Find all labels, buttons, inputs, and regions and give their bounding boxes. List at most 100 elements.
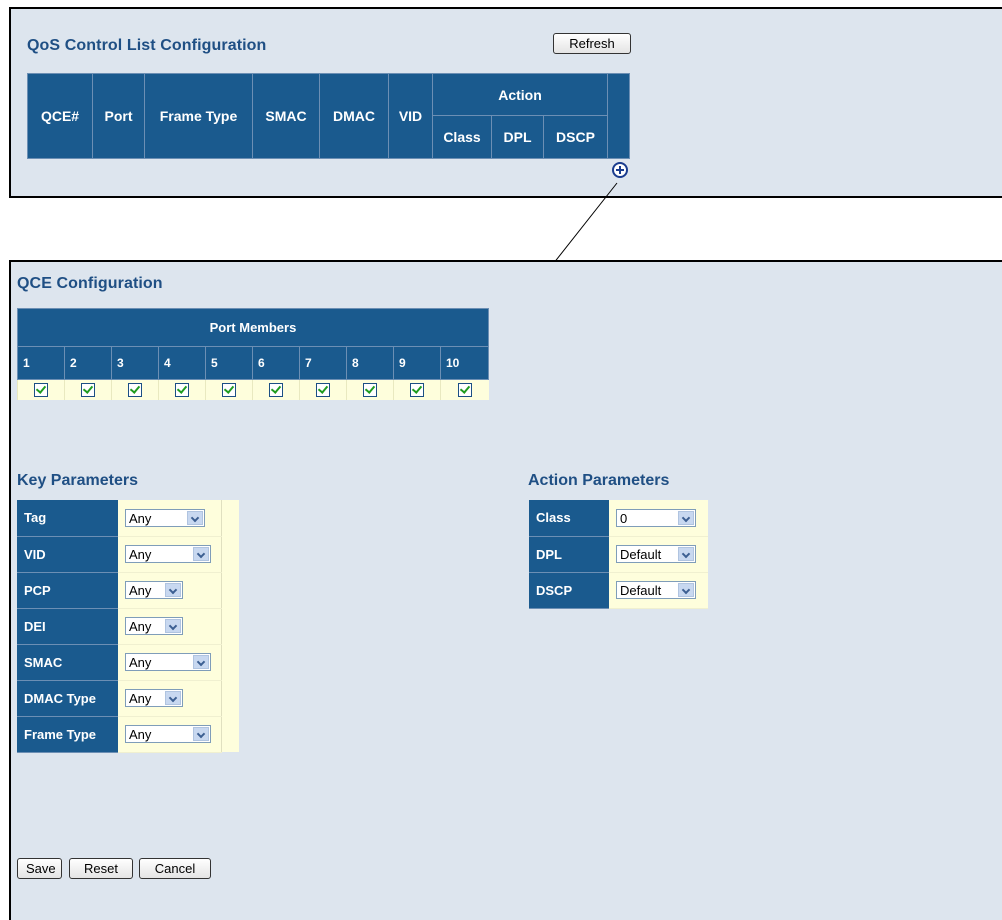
col-qce: QCE# — [27, 73, 93, 159]
col-frame-type: Frame Type — [144, 73, 253, 159]
parameter-value-cell: Any — [118, 680, 221, 717]
col-smac: SMAC — [252, 73, 320, 159]
col-vid: VID — [388, 73, 433, 159]
col-dmac: DMAC — [319, 73, 389, 159]
spacer-cell — [220, 608, 239, 644]
cancel-button[interactable]: Cancel — [139, 858, 211, 879]
reset-button[interactable]: Reset — [69, 858, 133, 879]
parameter-row: DSCP Default — [529, 572, 708, 609]
parameter-label: Tag — [17, 500, 118, 537]
parameter-select[interactable]: Any — [125, 580, 183, 599]
port-member-cell — [393, 379, 441, 400]
port-member-cell — [111, 379, 159, 400]
port-member-checkbox[interactable] — [410, 382, 424, 397]
select-value: Default — [620, 582, 662, 598]
select-value: Any — [129, 582, 152, 598]
chevron-down-icon[interactable] — [193, 726, 209, 741]
port-label: 6 — [252, 346, 300, 380]
port-members-header: Port Members — [17, 308, 489, 347]
parameter-select[interactable]: Any — [125, 508, 205, 527]
spacer-cell — [220, 500, 239, 536]
col-dscp: DSCP — [543, 115, 608, 159]
col-dpl: DPL — [491, 115, 544, 159]
spacer-cell — [220, 572, 239, 608]
select-value: Any — [129, 690, 152, 706]
port-member-cell — [158, 379, 206, 400]
chevron-down-icon[interactable] — [193, 546, 209, 561]
port-member-checkbox[interactable] — [457, 382, 472, 397]
port-members-table: Port Members 1 2 3 4 5 6 7 8 9 10 — [17, 308, 489, 400]
qce-configuration-panel: QCE Configuration Port Members 123456789… — [9, 260, 1002, 920]
save-button[interactable]: Save — [17, 858, 62, 879]
page-title: QoS Control List Configuration — [27, 37, 267, 54]
parameter-label: VID — [17, 536, 118, 573]
port-member-cell — [440, 379, 489, 400]
parameter-value-cell: Any — [118, 716, 221, 753]
action-parameters-title: Action Parameters — [528, 472, 670, 489]
chevron-down-icon[interactable] — [187, 510, 203, 525]
plus-circle-icon[interactable] — [611, 161, 629, 179]
parameter-label: DMAC Type — [17, 680, 118, 717]
select-value: Any — [129, 546, 152, 562]
chevron-down-icon[interactable] — [165, 690, 181, 705]
port-member-checkbox[interactable] — [128, 382, 142, 397]
parameter-value-cell: Any — [118, 572, 221, 609]
port-label: 8 — [346, 346, 394, 380]
port-member-checkbox[interactable] — [269, 382, 283, 397]
parameter-value-cell: Any — [118, 644, 221, 681]
port-member-cell — [205, 379, 253, 400]
port-member-checkbox[interactable] — [316, 382, 330, 397]
parameter-value-cell: Any — [118, 608, 221, 645]
parameter-label: Frame Type — [17, 716, 118, 753]
chevron-down-icon[interactable] — [165, 618, 181, 633]
port-label: 1 — [17, 346, 65, 380]
parameter-label: Class — [529, 500, 609, 537]
port-label: 3 — [111, 346, 159, 380]
parameter-row: Class 0 — [529, 500, 708, 537]
parameter-value-cell: 0 — [609, 500, 708, 537]
parameter-value-cell: Default — [609, 536, 708, 573]
parameter-select[interactable]: Default — [616, 544, 696, 563]
parameter-row: Frame Type Any — [17, 716, 239, 753]
chevron-down-icon[interactable] — [193, 654, 209, 669]
parameter-row: Tag Any — [17, 500, 239, 537]
parameter-select[interactable]: Any — [125, 652, 211, 671]
parameter-select[interactable]: Any — [125, 544, 211, 563]
parameter-select[interactable]: Any — [125, 688, 183, 707]
port-label: 9 — [393, 346, 441, 380]
port-member-checkbox[interactable] — [363, 382, 377, 397]
parameter-row: DEI Any — [17, 608, 239, 645]
port-member-cell — [299, 379, 347, 400]
parameter-label: SMAC — [17, 644, 118, 681]
spacer-cell — [220, 644, 239, 680]
col-spacer — [607, 73, 630, 159]
col-class: Class — [432, 115, 492, 159]
select-value: Any — [129, 510, 152, 526]
qce-title: QCE Configuration — [17, 275, 163, 292]
parameter-value-cell: Any — [118, 536, 221, 573]
select-value: Default — [620, 546, 662, 562]
port-member-cell — [64, 379, 112, 400]
chevron-down-icon[interactable] — [165, 582, 181, 597]
parameter-select[interactable]: Default — [616, 580, 696, 599]
parameter-label: DSCP — [529, 572, 609, 609]
select-value: Any — [129, 618, 152, 634]
chevron-down-icon[interactable] — [678, 546, 694, 561]
parameter-select[interactable]: Any — [125, 616, 183, 635]
parameter-row: PCP Any — [17, 572, 239, 609]
parameter-value-cell: Default — [609, 572, 708, 609]
port-member-checkbox[interactable] — [222, 382, 236, 397]
chevron-down-icon[interactable] — [678, 510, 694, 525]
port-member-checkbox[interactable] — [34, 382, 48, 397]
parameter-row: VID Any — [17, 536, 239, 573]
port-member-checkbox[interactable] — [81, 382, 95, 397]
refresh-button[interactable]: Refresh — [553, 33, 631, 54]
parameter-select[interactable]: 0 — [616, 508, 696, 527]
parameter-label: DEI — [17, 608, 118, 645]
parameter-select[interactable]: Any — [125, 724, 211, 743]
port-label: 10 — [440, 346, 489, 380]
spacer-cell — [220, 680, 239, 716]
port-member-checkbox[interactable] — [175, 382, 189, 397]
key-parameters-table: Tag Any VID Any PCP Any DEI Any SMAC Any DMAC Type… — [17, 500, 239, 753]
chevron-down-icon[interactable] — [678, 582, 694, 597]
